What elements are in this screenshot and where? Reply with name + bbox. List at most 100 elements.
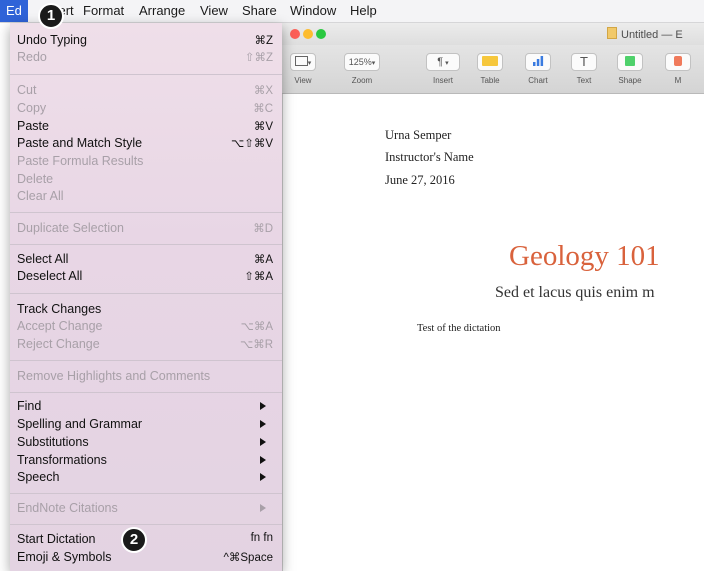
table-icon	[482, 56, 498, 66]
document-canvas[interactable]: Urna Semper Instructor's Name June 27, 2…	[282, 94, 704, 571]
insert-label: Insert	[432, 76, 453, 85]
menu-shortcut: ⌘X	[253, 85, 273, 97]
menu-item-label: Reject Change	[17, 337, 100, 351]
menu-separator	[10, 293, 282, 294]
menu-item-label: Start Dictation	[17, 532, 96, 546]
menubar-arrange[interactable]: Arrange	[139, 3, 185, 18]
menu-item-delete: Delete	[10, 172, 282, 190]
menubar-view[interactable]: View	[200, 3, 228, 18]
menu-item-speech[interactable]: Speech	[10, 470, 282, 488]
submenu-arrow-icon	[260, 473, 266, 481]
table-button[interactable]	[477, 53, 503, 71]
menu-item-substitutions[interactable]: Substitutions	[10, 435, 282, 453]
menu-item-deselect-all[interactable]: Deselect All ⇧⌘A	[10, 269, 282, 287]
menubar-format[interactable]: Format	[83, 3, 124, 18]
menu-item-cut: Cut ⌘X	[10, 83, 282, 101]
menu-item-label: Substitutions	[17, 435, 89, 449]
callout-badge-2: 2	[121, 527, 147, 553]
text-label: Text	[576, 76, 592, 85]
view-label: View	[294, 76, 312, 85]
text-button[interactable]: T	[571, 53, 597, 71]
menu-item-label: Transformations	[17, 453, 107, 467]
submenu-arrow-icon	[260, 402, 266, 410]
menu-item-transformations[interactable]: Transformations	[10, 453, 282, 471]
menu-item-copy: Copy ⌘C	[10, 101, 282, 119]
pages-window: Untitled — E ▾ View 125%▾ Zoom ¶ ▾ Inser…	[282, 23, 704, 571]
menu-shortcut: ⌥⌘A	[240, 321, 273, 333]
menu-shortcut: ⌥⌘R	[239, 339, 273, 351]
view-button[interactable]: ▾	[290, 53, 316, 71]
menu-item-label: Emoji & Symbols	[17, 550, 112, 564]
zoom-value: 125%	[348, 57, 372, 67]
menu-separator	[10, 74, 282, 75]
close-window-icon[interactable]	[290, 29, 300, 39]
menu-item-paste[interactable]: Paste ⌘V	[10, 119, 282, 137]
menu-item-remove-highlights-and-comments: Remove Highlights and Comments	[10, 369, 282, 387]
menu-shortcut: fn fn	[250, 532, 273, 544]
shape-button[interactable]	[617, 53, 643, 71]
document-title: Geology 101	[509, 240, 660, 272]
menu-shortcut: ⇧⌘Z	[244, 52, 273, 64]
zoom-label: Zoom	[351, 76, 373, 85]
menu-shortcut: ⇧⌘A	[244, 271, 273, 283]
menu-shortcut: ⌘C	[253, 103, 273, 115]
menu-item-undo-typing[interactable]: Undo Typing ⌘Z	[10, 33, 282, 51]
menu-item-label: Undo Typing	[17, 33, 87, 47]
menu-item-label: Spelling and Grammar	[17, 417, 143, 431]
window-title-text: Untitled — E	[621, 29, 683, 41]
submenu-arrow-icon	[260, 456, 266, 464]
menubar-window[interactable]: Window	[290, 3, 336, 18]
table-label: Table	[480, 76, 500, 85]
view-icon	[294, 56, 308, 66]
callout-badge-1: 1	[38, 3, 64, 29]
menu-item-label: Paste Formula Results	[17, 154, 144, 168]
menu-item-label: Track Changes	[17, 302, 102, 316]
media-button[interactable]	[665, 53, 691, 71]
menu-item-track-changes[interactable]: Track Changes	[10, 302, 282, 320]
menu-item-paste-and-match-style[interactable]: Paste and Match Style ⌥⇧⌘V	[10, 136, 282, 154]
menu-separator	[10, 212, 282, 213]
menu-item-label: Find	[17, 399, 42, 413]
chart-icon	[533, 56, 544, 66]
minimize-window-icon[interactable]	[303, 29, 313, 39]
menu-item-label: Delete	[17, 172, 54, 186]
menu-item-find[interactable]: Find	[10, 399, 282, 417]
shape-icon	[625, 56, 635, 66]
menu-shortcut: ^⌘Space	[223, 552, 273, 564]
media-icon	[674, 56, 682, 66]
menu-separator	[10, 392, 282, 393]
toolbar: ▾ View 125%▾ Zoom ¶ ▾ Insert Table Chart…	[282, 45, 704, 94]
zoom-select[interactable]: 125%▾	[344, 53, 380, 71]
menu-item-label: Paste and Match Style	[17, 136, 143, 150]
media-label: M	[674, 76, 682, 85]
document-date: June 27, 2016	[385, 173, 455, 187]
menu-separator	[10, 360, 282, 361]
menu-item-spelling-and-grammar[interactable]: Spelling and Grammar	[10, 417, 282, 435]
author-name: Urna Semper	[385, 128, 452, 142]
chevron-down-icon: ▾	[307, 60, 312, 67]
window-titlebar: Untitled — E	[282, 23, 704, 45]
menu-item-select-all[interactable]: Select All ⌘A	[10, 252, 282, 270]
chevron-down-icon: ▾	[371, 60, 376, 67]
menubar-help[interactable]: Help	[350, 3, 377, 18]
submenu-arrow-icon	[260, 504, 266, 512]
menubar-share[interactable]: Share	[242, 3, 277, 18]
menu-separator	[10, 244, 282, 245]
menu-item-label: Clear All	[17, 189, 64, 203]
menu-shortcut: ⌘Z	[254, 35, 273, 47]
menu-item-label: Speech	[17, 470, 60, 484]
menu-item-emoji-and-symbols[interactable]: Emoji & Symbols ^⌘Space	[10, 550, 282, 568]
chart-label: Chart	[528, 76, 548, 85]
menu-item-label: EndNote Citations	[17, 501, 118, 515]
menu-item-label: Cut	[17, 83, 37, 97]
shape-label: Shape	[618, 76, 642, 85]
menu-shortcut: ⌘A	[253, 254, 273, 266]
insert-button[interactable]: ¶ ▾	[426, 53, 460, 71]
document-icon	[607, 27, 617, 39]
menu-item-endnote-citations: EndNote Citations	[10, 501, 282, 519]
zoom-window-icon[interactable]	[316, 29, 326, 39]
menu-item-label: Remove Highlights and Comments	[17, 369, 211, 383]
chart-button[interactable]	[525, 53, 551, 71]
menu-item-clear-all: Clear All	[10, 189, 282, 207]
menubar-edit[interactable]: Ed	[0, 0, 28, 22]
